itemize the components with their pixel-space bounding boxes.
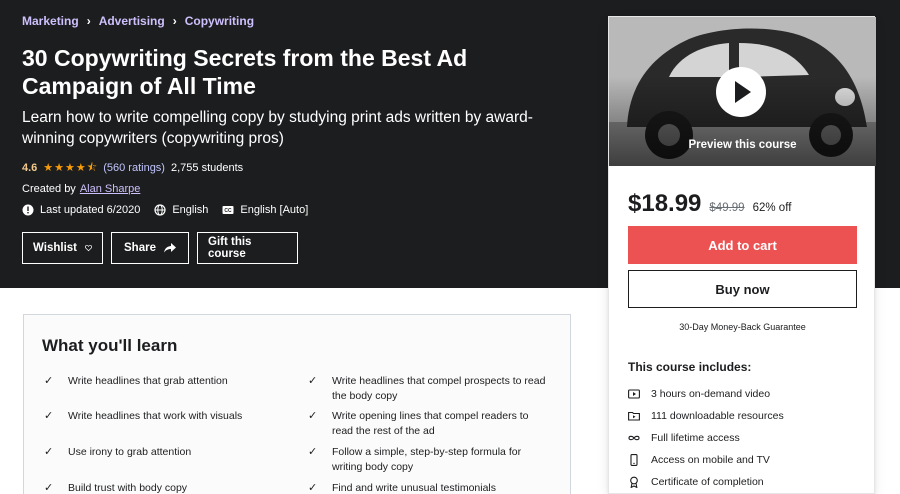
mobile-icon	[630, 454, 638, 466]
what-youll-learn: What you'll learn ✓ Write headlines that…	[23, 314, 571, 494]
author-link[interactable]: Alan Sharpe	[80, 183, 141, 195]
include-text: 111 downloadable resources	[651, 410, 784, 422]
breadcrumb-copywriting[interactable]: Copywriting	[185, 14, 254, 28]
share-label: Share	[124, 242, 156, 254]
chevron-right-icon: ›	[86, 14, 91, 28]
learn-item-text: Find and write unusual testimonials	[332, 482, 497, 494]
learn-item-text: Build trust with body copy	[68, 482, 188, 494]
learn-item-text: Write headlines that compel prospects to…	[332, 375, 546, 402]
breadcrumb: Marketing › Advertising › Copywriting	[22, 14, 254, 28]
includes-title: This course includes:	[628, 360, 752, 374]
breadcrumb-marketing[interactable]: Marketing	[22, 14, 79, 28]
include-item: Access on mobile and TV	[628, 449, 784, 471]
purchase-card: Preview this course $18.99 $49.99 62% of…	[608, 16, 876, 494]
include-item: Certificate of completion	[628, 471, 784, 493]
learn-item: ✓ Write headlines that work with visuals	[44, 409, 284, 424]
half-star-icon: ⯪	[86, 161, 98, 174]
preview-label: Preview this course	[688, 139, 797, 151]
include-item: 3 hours on-demand video	[628, 383, 784, 405]
learn-item-text: Write opening lines that compel readers …	[332, 410, 529, 437]
heart-icon	[84, 244, 92, 252]
learn-item: ✓ Use irony to grab attention	[44, 445, 284, 460]
breadcrumb-advertising[interactable]: Advertising	[99, 14, 165, 28]
learn-item: ✓ Write headlines that compel prospects …	[308, 374, 548, 404]
price-row: $18.99 $49.99 62% off	[628, 190, 791, 218]
original-price: $49.99	[709, 202, 745, 214]
current-price: $18.99	[628, 190, 702, 217]
certificate-icon	[630, 476, 638, 488]
check-icon: ✓	[44, 482, 54, 494]
language: English	[154, 204, 208, 216]
star-icon: ★	[75, 161, 86, 174]
rating-value: 4.6	[22, 162, 38, 174]
gift-course-button[interactable]: Gift this course	[197, 232, 298, 264]
include-item: Full lifetime access	[628, 427, 784, 449]
share-button[interactable]: Share	[111, 232, 189, 264]
includes-list: 3 hours on-demand video 111 downloadable…	[628, 383, 784, 493]
students-count: 2,755 students	[170, 162, 244, 174]
include-text: Certificate of completion	[651, 476, 764, 488]
money-back-guarantee: 30-Day Money-Back Guarantee	[679, 322, 806, 332]
check-icon: ✓	[308, 446, 318, 458]
learn-item-text: Use irony to grab attention	[68, 446, 192, 458]
svg-text:CC: CC	[225, 208, 233, 214]
header-actions: Wishlist Share Gift this course	[22, 232, 298, 264]
buy-now-button[interactable]: Buy now	[628, 270, 857, 308]
check-icon: ✓	[44, 375, 54, 387]
course-subtitle: Learn how to write compelling copy by st…	[22, 109, 533, 147]
wishlist-label: Wishlist	[33, 242, 77, 254]
check-icon: ✓	[44, 410, 54, 422]
check-icon: ✓	[308, 410, 318, 422]
meta-row: Last updated 6/2020 English CC English […	[22, 204, 308, 216]
learn-item: ✓ Find and write unusual testimonials	[308, 481, 548, 494]
captions-text: English [Auto]	[240, 204, 309, 216]
include-text: 3 hours on-demand video	[651, 388, 771, 400]
globe-icon	[154, 204, 166, 216]
course-title: 30 Copywriting Secrets from the Best Ad …	[22, 45, 468, 99]
discount-badge: 62% off	[752, 202, 792, 214]
infinity-icon	[628, 435, 640, 441]
chevron-right-icon: ›	[172, 14, 177, 28]
last-updated: Last updated 6/2020	[22, 204, 140, 216]
wishlist-button[interactable]: Wishlist	[22, 232, 103, 264]
captions: CC English [Auto]	[222, 204, 308, 216]
rating-row: 4.6 ★ ★ ★ ★ ⯪ (560 ratings) 2,755 studen…	[22, 162, 243, 174]
star-rating: ★ ★ ★ ★ ⯪	[43, 161, 98, 174]
check-icon: ✓	[308, 375, 318, 387]
check-icon: ✓	[308, 482, 318, 494]
folder-icon	[628, 411, 640, 421]
star-icon: ★	[43, 161, 54, 174]
add-to-cart-button[interactable]: Add to cart	[628, 226, 857, 264]
last-updated-text: Last updated 6/2020	[40, 204, 141, 216]
learn-item-text: Follow a simple, step-by-step formula fo…	[332, 446, 522, 473]
star-icon: ★	[65, 161, 75, 174]
check-icon: ✓	[44, 446, 54, 458]
created-by-row: Created by Alan Sharpe	[22, 183, 140, 195]
alert-icon	[22, 204, 34, 216]
include-item: 111 downloadable resources	[628, 405, 784, 427]
gift-label: Gift this course	[208, 236, 252, 260]
include-text: Full lifetime access	[651, 432, 740, 444]
learn-item: ✓ Follow a simple, step-by-step formula …	[308, 445, 548, 475]
video-icon	[628, 389, 640, 399]
learn-title: What you'll learn	[42, 336, 178, 355]
share-arrow-icon	[163, 243, 176, 253]
learn-item: ✓ Build trust with body copy	[44, 481, 284, 494]
course-preview[interactable]: Preview this course	[609, 17, 876, 166]
learn-item: ✓ Write opening lines that compel reader…	[308, 409, 548, 439]
include-text: Access on mobile and TV	[651, 454, 770, 466]
ratings-count[interactable]: (560 ratings)	[103, 162, 165, 174]
star-icon: ★	[54, 161, 65, 174]
created-by-label: Created by	[22, 183, 76, 195]
learn-item-text: Write headlines that grab attention	[68, 375, 228, 387]
language-text: English	[172, 204, 209, 216]
learn-item: ✓ Write headlines that grab attention	[44, 374, 284, 389]
learn-item-text: Write headlines that work with visuals	[68, 410, 243, 422]
closed-captions-icon: CC	[222, 206, 234, 214]
play-icon[interactable]	[716, 67, 766, 117]
